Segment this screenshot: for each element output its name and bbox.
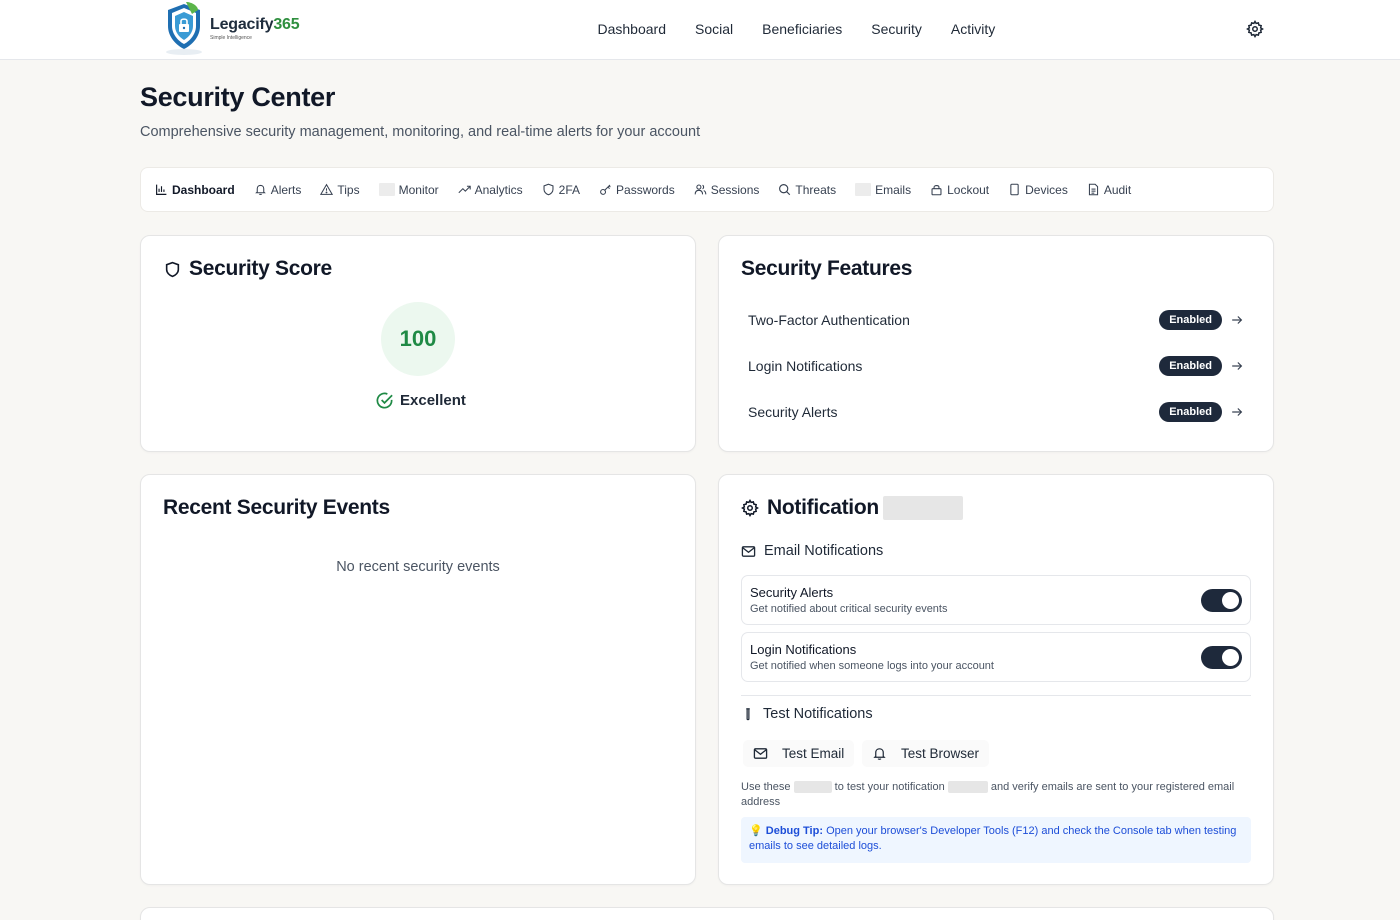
security-alerts-switch[interactable] xyxy=(1201,589,1242,612)
redacted-text xyxy=(947,781,988,794)
tab-audit[interactable]: Audit xyxy=(1087,183,1131,197)
recent-events-card: Recent Security Events No recent securit… xyxy=(140,474,696,885)
security-features-card: Security Features Two-Factor Authenticat… xyxy=(718,235,1274,452)
brand-tagline: Simple Intelligence xyxy=(210,34,252,41)
shield-logo-icon xyxy=(166,2,202,55)
security-features-title: Security Features xyxy=(741,257,913,280)
device-icon xyxy=(1010,183,1019,196)
status-badge: Enabled xyxy=(1159,356,1222,376)
main-nav: Dashboard Social Beneficiaries Security … xyxy=(583,18,1010,40)
test-notifications-heading: Test Notifications xyxy=(741,706,873,722)
notification-settings-card: Notification Email Notifications Securit… xyxy=(718,474,1274,885)
shield-icon xyxy=(165,261,180,278)
users-icon xyxy=(694,184,707,195)
tab-analytics[interactable]: Analytics xyxy=(458,183,523,197)
nav-social[interactable]: Social xyxy=(681,18,748,40)
tab-dashboard[interactable]: Dashboard xyxy=(155,183,235,197)
lock-icon xyxy=(931,185,942,196)
security-tabs: Dashboard Alerts Tips Monitor Analytics … xyxy=(140,167,1274,212)
score-rating: Excellent xyxy=(375,391,466,410)
empty-state: No recent security events xyxy=(336,559,500,575)
tab-sessions[interactable]: Sessions xyxy=(694,183,759,197)
test-browser-button[interactable]: Test Browser xyxy=(862,740,990,767)
notification-title: Notification xyxy=(767,496,963,520)
login-notifications-switch[interactable] xyxy=(1201,646,1242,669)
arrow-right-icon[interactable] xyxy=(1230,313,1244,327)
tab-alerts[interactable]: Alerts xyxy=(254,183,301,197)
nav-dashboard[interactable]: Dashboard xyxy=(583,18,681,40)
toggle-security-alerts: Security Alerts Get notified about criti… xyxy=(741,575,1251,625)
arrow-right-icon[interactable] xyxy=(1230,359,1244,373)
page-title: Security Center xyxy=(140,82,336,112)
tab-lockout[interactable]: Lockout xyxy=(930,183,989,197)
document-icon xyxy=(1088,183,1098,196)
lightbulb-icon: 💡 xyxy=(749,825,763,837)
brand-name: Legacify365 xyxy=(210,15,300,33)
page-subtitle: Comprehensive security management, monit… xyxy=(140,124,701,140)
tab-2fa[interactable]: 2FA xyxy=(542,183,580,197)
test-help-text: Use these to test your notification and … xyxy=(741,781,1235,808)
score-value: 100 xyxy=(381,302,455,376)
email-notifications-heading: Email Notifications xyxy=(741,543,883,559)
mail-icon xyxy=(741,545,756,557)
monitor-icon xyxy=(378,183,395,196)
tab-threats[interactable]: Threats xyxy=(778,183,836,197)
mail-icon xyxy=(753,748,768,759)
search-icon xyxy=(779,184,791,196)
bar-chart-icon xyxy=(156,184,167,195)
warning-icon xyxy=(320,183,334,195)
arrow-right-icon[interactable] xyxy=(1230,405,1244,419)
recent-events-title: Recent Security Events xyxy=(163,496,390,519)
nav-activity[interactable]: Activity xyxy=(936,18,1009,40)
check-circle-icon xyxy=(376,392,393,409)
tab-passwords[interactable]: Passwords xyxy=(599,183,675,197)
email-icon xyxy=(855,183,872,196)
tab-devices[interactable]: Devices xyxy=(1008,183,1068,197)
brand-logo[interactable]: Legacify365 Simple Intelligence xyxy=(162,0,300,56)
feature-security-alerts: Security Alerts Enabled xyxy=(748,400,1244,424)
toggle-login-notifications: Login Notifications Get notified when so… xyxy=(741,632,1251,682)
debug-tip-box: 💡 Debug Tip: Open your browser's Develop… xyxy=(741,817,1251,863)
status-badge: Enabled xyxy=(1159,402,1222,422)
settings-gear-icon[interactable] xyxy=(1246,20,1264,38)
feature-login-notifications: Login Notifications Enabled xyxy=(748,354,1244,378)
next-card xyxy=(140,907,1274,920)
tab-emails[interactable]: Emails xyxy=(855,183,911,197)
top-navbar: Legacify365 Simple Intelligence Dashboar… xyxy=(0,0,1400,60)
bell-icon xyxy=(254,184,266,195)
bell-icon xyxy=(873,748,886,760)
shield-icon xyxy=(543,183,554,196)
tab-monitor[interactable]: Monitor xyxy=(378,183,439,197)
feature-two-factor: Two-Factor Authentication Enabled xyxy=(748,308,1244,332)
key-icon xyxy=(600,184,611,195)
redacted-text xyxy=(882,496,963,520)
nav-beneficiaries[interactable]: Beneficiaries xyxy=(748,18,857,40)
status-badge: Enabled xyxy=(1159,310,1222,330)
redacted-text xyxy=(793,781,832,794)
nav-security[interactable]: Security xyxy=(857,18,937,40)
security-score-title: Security Score xyxy=(189,257,332,280)
test-tube-icon xyxy=(746,707,750,720)
trend-icon xyxy=(458,185,471,194)
tab-tips[interactable]: Tips xyxy=(320,183,360,197)
divider xyxy=(741,695,1251,696)
test-email-button[interactable]: Test Email xyxy=(743,740,855,767)
security-score-card: Security Score 100 Excellent xyxy=(140,235,696,452)
settings-gear-icon xyxy=(741,499,759,517)
